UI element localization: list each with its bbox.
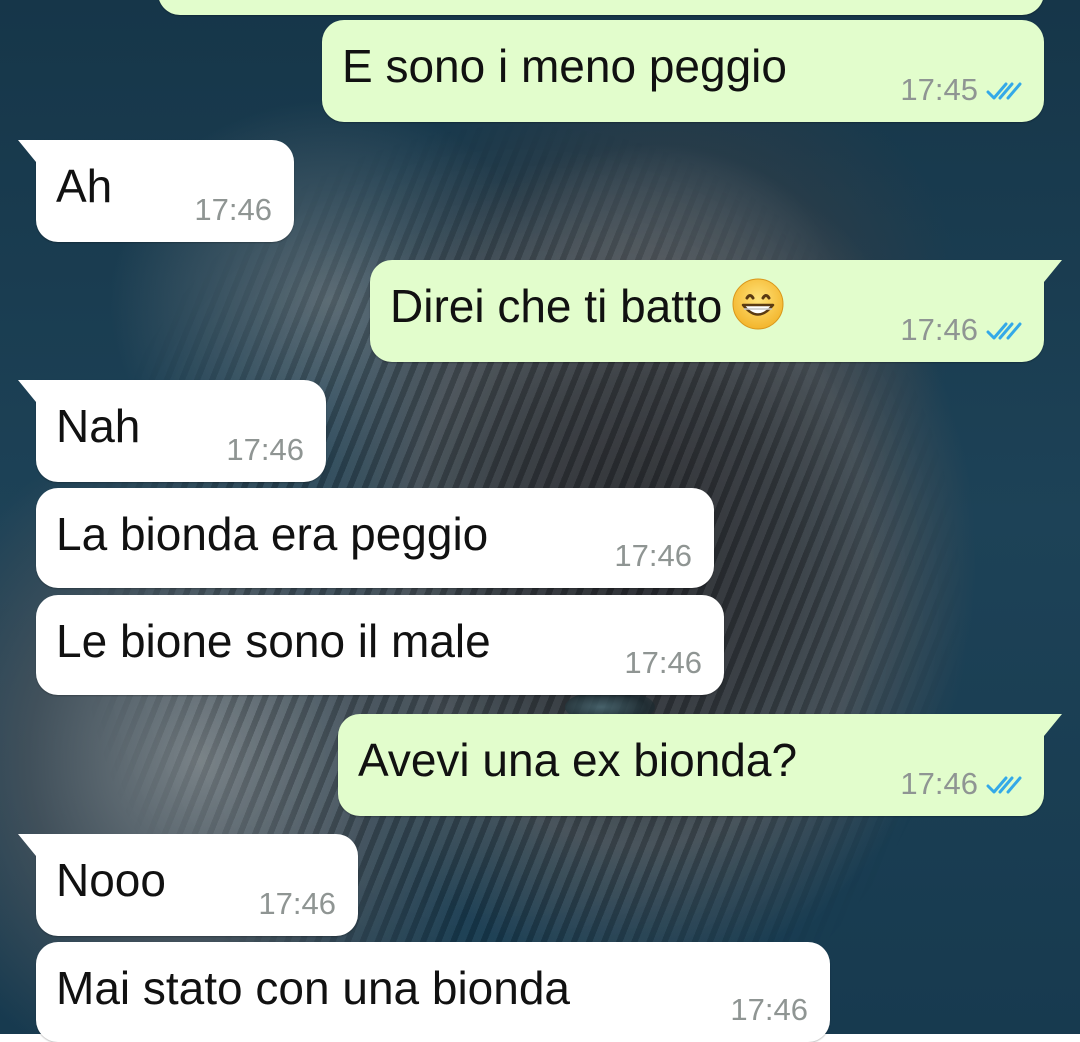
message-bubble-outgoing[interactable]: E sono i meno peggio 17:45 [322, 20, 1044, 122]
message-timestamp: 17:46 [730, 992, 808, 1027]
message-bubble-incoming[interactable]: Nooo 17:46 [18, 834, 358, 936]
message-text: Nooo [56, 854, 166, 906]
message-bubble-partial[interactable] [158, 0, 1044, 15]
message-timestamp: 17:46 [226, 432, 304, 467]
double-check-icon [986, 776, 1022, 794]
message-text: Le bione sono il male [56, 615, 491, 667]
message-timestamp: 17:46 [258, 886, 336, 921]
message-text: Avevi una ex bionda? [358, 734, 798, 786]
message-timestamp: 17:46 [614, 538, 692, 573]
message-timestamp: 17:46 [900, 766, 978, 801]
message-timestamp: 17:46 [624, 645, 702, 680]
message-bubble-incoming[interactable]: Mai stato con una bionda 17:46 [36, 942, 830, 1042]
message-text: Direi che ti batto [390, 278, 784, 334]
double-check-icon [986, 82, 1022, 100]
message-bubble-incoming[interactable]: La bionda era peggio 17:46 [36, 488, 714, 588]
double-check-icon [986, 322, 1022, 340]
message-bubble-incoming[interactable]: Ah 17:46 [18, 140, 294, 242]
message-text: La bionda era peggio [56, 508, 489, 560]
message-text-content: Direi che ti batto [390, 280, 723, 332]
message-text: E sono i meno peggio [342, 40, 787, 92]
message-bubble-outgoing[interactable]: Avevi una ex bionda? 17:46 [338, 714, 1062, 816]
grinning-face-icon [732, 278, 784, 330]
message-timestamp: 17:45 [900, 72, 978, 107]
message-bubble-outgoing[interactable]: Direi che ti batto 17:46 [370, 260, 1062, 362]
message-timestamp: 17:46 [194, 192, 272, 227]
message-bubble-incoming[interactable]: Nah 17:46 [18, 380, 326, 482]
message-text: Ah [56, 160, 113, 212]
message-bubble-incoming[interactable]: Le bione sono il male 17:46 [36, 595, 724, 695]
message-text: Nah [56, 400, 141, 452]
message-text: Mai stato con una bionda [56, 962, 571, 1014]
message-timestamp: 17:46 [900, 312, 978, 347]
